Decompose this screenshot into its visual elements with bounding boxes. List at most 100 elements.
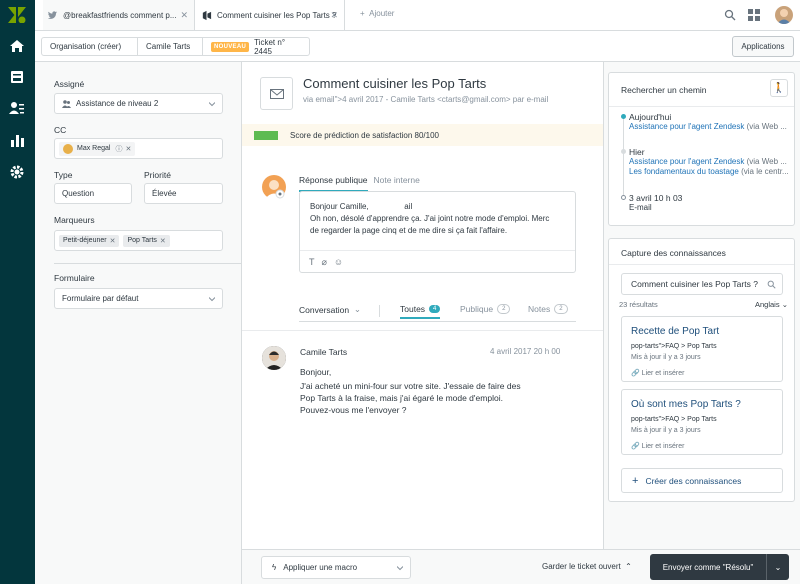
path-source: (via le centr... — [738, 167, 789, 176]
product-tray-icon[interactable] — [748, 9, 760, 21]
cc-avatar — [63, 143, 73, 154]
remove-tag-icon[interactable]: ✕ — [160, 237, 166, 245]
walking-person-icon[interactable]: 🚶 — [770, 79, 788, 97]
reply-line: Bonjour Camille, ail — [310, 202, 413, 211]
apps-button[interactable]: Applications — [732, 36, 794, 57]
breadcrumb-user[interactable]: Camile Tarts — [137, 37, 203, 56]
add-tab-button[interactable]: + Ajouter — [360, 9, 394, 18]
link-insert-button[interactable]: 🔗 Lier et insérer — [631, 442, 684, 450]
tab-twitter-conversation[interactable]: @breakfastfriends comment p... ✕ — [43, 0, 195, 30]
plus-icon: + — [360, 9, 365, 18]
tag-pill[interactable]: Petit-déjeuner ✕ — [59, 234, 120, 247]
article-updated: Mis à jour il y a 3 jours — [631, 354, 701, 361]
requester-avatar[interactable] — [262, 346, 286, 370]
status-badge: NOUVEAU — [211, 41, 250, 52]
priority-select[interactable]: Élevée — [144, 183, 223, 204]
attachment-icon[interactable]: ⌀ — [322, 256, 327, 268]
path-origin: 3 avril 10 h 03 E-mail — [629, 193, 682, 213]
knowledge-title: Capture des connaissances — [621, 248, 726, 258]
link-insert-button[interactable]: 🔗 Lier et insérer — [631, 369, 684, 377]
context-panel: Rechercher un chemin 🚶 Aujourd'hui Assis… — [603, 62, 800, 549]
close-tab-icon[interactable]: ✕ — [330, 10, 338, 21]
path-link[interactable]: Assistance pour l'agent Zendesk — [629, 157, 744, 166]
reply-type-tabs: Réponse publique Note interne — [299, 175, 426, 192]
remove-tag-icon[interactable]: ✕ — [110, 237, 116, 245]
count-badge: 2 — [554, 304, 568, 314]
divider — [300, 250, 575, 251]
cc-field[interactable]: Max Regal ⓘ ✕ — [54, 138, 223, 159]
chevron-down-icon: ⌄ — [781, 300, 788, 309]
filter-all[interactable]: Toutes 4 — [400, 304, 441, 319]
keep-ticket-open-toggle[interactable]: Garder le ticket ouvert ⌃ — [542, 562, 632, 571]
settings-icon[interactable] — [9, 164, 25, 180]
assignee-value: Assistance de niveau 2 — [76, 99, 159, 108]
reporting-icon[interactable] — [9, 132, 25, 148]
assignee-select[interactable]: Assistance de niveau 2 — [54, 93, 223, 114]
filter-notes-label: Notes — [528, 304, 551, 314]
apply-macro-button[interactable]: ϟ Appliquer une macro — [261, 556, 411, 579]
priority-label: Priorité — [144, 170, 171, 180]
article-title[interactable]: Recette de Pop Tart — [631, 326, 719, 337]
knowledge-search-input[interactable]: Comment cuisiner les Pop Tarts ? — [621, 273, 783, 295]
message-body: Bonjour, J'ai acheté un mini-four sur vo… — [300, 366, 521, 416]
search-icon[interactable] — [724, 9, 736, 21]
knowledge-article-card[interactable]: Où sont mes Pop Tarts ? pop-tarts">FAQ >… — [621, 389, 783, 455]
tab-internal-note[interactable]: Note interne — [374, 175, 420, 192]
reply-editor[interactable]: Bonjour Camille, ail Oh non, désolé d'ap… — [299, 191, 576, 273]
home-icon[interactable] — [9, 38, 25, 54]
zendesk-logo-icon[interactable] — [8, 7, 26, 23]
conversation-dropdown[interactable]: Conversation ⌄ — [299, 304, 361, 315]
add-tab-label: Ajouter — [369, 9, 395, 18]
tags-label: Marqueurs — [54, 215, 95, 225]
filter-all-label: Toutes — [400, 304, 426, 314]
tag-pill[interactable]: Pop Tarts ✕ — [123, 234, 170, 247]
cc-person-pill[interactable]: Max Regal ⓘ ✕ — [59, 141, 136, 156]
article-title[interactable]: Où sont mes Pop Tarts ? — [631, 399, 741, 410]
path-source: (via Web ... — [744, 122, 787, 131]
type-select[interactable]: Question — [54, 183, 132, 204]
article-path: pop-tarts">FAQ > Pop Tarts — [631, 343, 717, 350]
language-dropdown[interactable]: Anglais ⌄ — [755, 300, 788, 309]
divider — [609, 264, 794, 265]
info-icon[interactable]: ⓘ — [115, 144, 122, 154]
tab-public-reply[interactable]: Réponse publique — [299, 175, 368, 192]
breadcrumb-ticket[interactable]: NOUVEAU Ticket n° 2445 — [202, 37, 310, 56]
path-link[interactable]: Assistance pour l'agent Zendesk — [629, 122, 744, 131]
emoji-icon[interactable]: ☺ — [334, 256, 343, 268]
reply-line: de regarder la page cinq et de me dire s… — [310, 226, 508, 235]
message-line: Pop Tarts à la fraise, mais j'ai égaré l… — [300, 393, 503, 403]
tags-field[interactable]: Petit-déjeuner ✕ Pop Tarts ✕ — [54, 230, 223, 251]
remove-cc-icon[interactable]: ✕ — [125, 145, 131, 153]
tag-label: Petit-déjeuner — [63, 237, 107, 244]
tab-bar: @breakfastfriends comment p... ✕ Comment… — [35, 0, 800, 31]
create-knowledge-button[interactable]: + Créer des connaissances — [621, 468, 783, 493]
knowledge-article-card[interactable]: Recette de Pop Tart pop-tarts">FAQ > Pop… — [621, 316, 783, 382]
article-updated: Mis à jour il y a 3 jours — [631, 427, 701, 434]
submit-button[interactable]: Envoyer comme "Résolu" ⌄ — [650, 554, 789, 580]
customers-icon[interactable] — [9, 100, 25, 116]
count-badge: 4 — [429, 305, 441, 313]
text-format-icon[interactable]: T — [309, 256, 315, 268]
satisfaction-prediction: Score de prédiction de satisfaction 80/1… — [242, 124, 603, 146]
path-link[interactable]: Les fondamentaux du toastage — [629, 167, 739, 176]
close-tab-icon[interactable]: ✕ — [180, 10, 188, 21]
count-badge: 2 — [497, 304, 511, 314]
tab-ticket[interactable]: Comment cuisiner les Pop Tarts ? ✕ — [195, 0, 345, 30]
breadcrumb-organization[interactable]: Organisation (créer) — [41, 37, 138, 56]
breadcrumb-org-label: Organisation (créer) — [50, 42, 122, 51]
macro-label: Appliquer une macro — [283, 563, 358, 572]
timeline-dot — [621, 114, 626, 119]
ticket-title[interactable]: Comment cuisiner les Pop Tarts — [303, 76, 486, 91]
filter-notes[interactable]: Notes 2 — [528, 304, 568, 314]
path-source: (via Web ... — [744, 157, 787, 166]
satisfaction-meter — [254, 130, 278, 140]
submit-options-chevron-icon[interactable]: ⌄ — [767, 563, 789, 572]
views-icon[interactable] — [9, 69, 25, 85]
message-line: Pouvez-vous me l'envoyer ? — [300, 405, 407, 415]
chevron-down-icon — [209, 101, 215, 106]
message-author[interactable]: Camile Tarts — [300, 347, 347, 357]
filter-public[interactable]: Publique 2 — [460, 304, 511, 314]
user-avatar[interactable] — [775, 6, 793, 24]
form-select[interactable]: Formulaire par défaut — [54, 288, 223, 309]
meter-segment — [266, 130, 278, 140]
